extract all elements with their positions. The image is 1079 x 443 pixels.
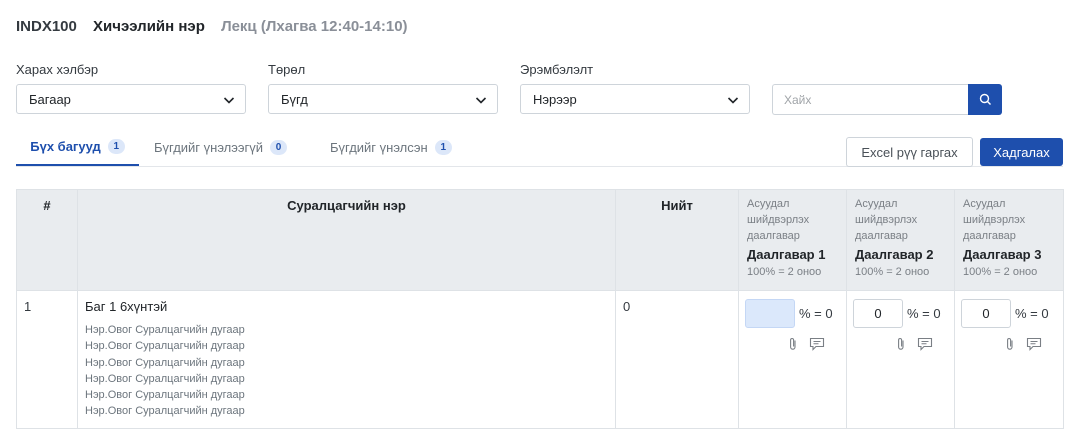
member-item: Нэр.Овог Суралцагчийн дугаар	[85, 324, 245, 336]
comment-icon[interactable]	[809, 337, 825, 351]
team-name: Баг 1 6хүнтэй	[85, 299, 168, 314]
lesson-info: Лекц (Лхагва 12:40-14:10)	[221, 18, 408, 35]
chevron-down-icon	[475, 97, 487, 104]
table-row: 1 Баг 1 6хүнтэй Нэр.Овог Суралцагчийн ду…	[16, 290, 1064, 429]
total-score: 0	[615, 290, 739, 429]
task-1-score-cell: % = 0	[738, 290, 847, 429]
search-box	[772, 84, 1002, 115]
col-student-header: Суралцагчийн нэр	[77, 189, 616, 291]
table-header-row: # Суралцагчийн нэр Нийт Асуудал шийдвэрл…	[16, 189, 1064, 291]
chevron-down-icon	[223, 97, 235, 104]
col-task-3-header: Асуудал шийдвэрлэх даалгавар Даалгавар 3…	[954, 189, 1064, 291]
col-total-header: Нийт	[615, 189, 739, 291]
member-item: Нэр.Овог Суралцагчийн дугаар	[85, 340, 245, 353]
score-input[interactable]	[853, 299, 903, 328]
course-name: Хичээлийн нэр	[93, 18, 205, 35]
grades-table: # Суралцагчийн нэр Нийт Асуудал шийдвэрл…	[16, 189, 1064, 429]
score-percent: % = 0	[1015, 306, 1049, 321]
member-item: Нэр.Овог Суралцагчийн дугаар	[85, 372, 245, 385]
task-description: Асуудал шийдвэрлэх даалгавар	[855, 198, 918, 242]
task-points: 100% = 2 оноо	[747, 266, 822, 278]
task-description: Асуудал шийдвэрлэх даалгавар	[747, 198, 810, 242]
task-name: Даалгавар 2	[855, 247, 934, 262]
task-3-score-cell: % = 0	[954, 290, 1064, 429]
sort-value: Нэрээр	[533, 92, 577, 107]
view-mode-select[interactable]: Багаар	[16, 84, 246, 114]
view-mode-label: Харах хэлбэр	[16, 62, 99, 77]
task-points: 100% = 2 оноо	[963, 266, 1038, 278]
view-mode-value: Багаар	[29, 92, 71, 107]
comment-icon[interactable]	[917, 337, 933, 351]
paperclip-icon[interactable]	[787, 337, 799, 351]
count-badge: 1	[434, 139, 452, 155]
comment-icon[interactable]	[1026, 337, 1042, 351]
task-description: Асуудал шийдвэрлэх даалгавар	[963, 198, 1026, 242]
tab-not-graded[interactable]: Бүгдийг үнэлээгүй 0	[154, 128, 288, 166]
course-code: INDX100	[16, 18, 77, 35]
save-button[interactable]: Хадгалах	[980, 138, 1063, 166]
search-button[interactable]	[968, 84, 1002, 115]
sort-select[interactable]: Нэрээр	[520, 84, 750, 114]
col-number-header: #	[16, 189, 78, 291]
type-value: Бүгд	[281, 92, 308, 107]
type-select[interactable]: Бүгд	[268, 84, 498, 114]
count-badge: 1	[107, 138, 125, 154]
sort-label: Эрэмбэлэлт	[520, 62, 594, 77]
export-excel-button[interactable]: Excel рүү гаргах	[846, 137, 973, 167]
member-item: Нэр.Овог Суралцагчийн дугаар	[85, 356, 245, 369]
tab-all-graded[interactable]: Бүгдийг үнэлсэн 1	[330, 128, 452, 166]
member-item: Нэр.Овог Суралцагчийн дугаар	[85, 405, 245, 418]
tab-label: Бүгдийг үнэлээгүй	[154, 139, 264, 155]
member-item: Нэр.Овог Суралцагчийн дугаар	[85, 389, 245, 402]
col-task-2-header: Асуудал шийдвэрлэх даалгавар Даалгавар 2…	[846, 189, 955, 291]
chevron-down-icon	[727, 97, 739, 104]
count-badge: 0	[270, 139, 288, 155]
member-list: Нэр.Овог Суралцагчийн дугаар Нэр.Овог Су…	[85, 322, 608, 420]
tab-all-groups[interactable]: Бүх багууд 1	[16, 128, 139, 166]
task-name: Даалгавар 3	[963, 247, 1042, 262]
row-number: 1	[16, 290, 78, 429]
tab-label: Бүх багууд	[30, 138, 101, 154]
task-2-score-cell: % = 0	[846, 290, 955, 429]
score-percent: % = 0	[907, 306, 941, 321]
task-name: Даалгавар 1	[747, 247, 826, 262]
task-points: 100% = 2 оноо	[855, 266, 930, 278]
team-cell: Баг 1 6хүнтэй Нэр.Овог Суралцагчийн дуга…	[77, 290, 616, 429]
paperclip-icon[interactable]	[895, 337, 907, 351]
type-label: Төрөл	[268, 62, 306, 77]
score-input[interactable]	[961, 299, 1011, 328]
score-percent: % = 0	[799, 306, 833, 321]
paperclip-icon[interactable]	[1004, 337, 1016, 351]
tab-label: Бүгдийг үнэлсэн	[330, 139, 428, 155]
search-icon	[979, 93, 991, 105]
col-task-1-header: Асуудал шийдвэрлэх даалгавар Даалгавар 1…	[738, 189, 847, 291]
page-header: INDX100 Хичээлийн нэр Лекц (Лхагва 12:40…	[16, 18, 408, 35]
search-input[interactable]	[772, 84, 969, 115]
score-input[interactable]	[745, 299, 795, 328]
